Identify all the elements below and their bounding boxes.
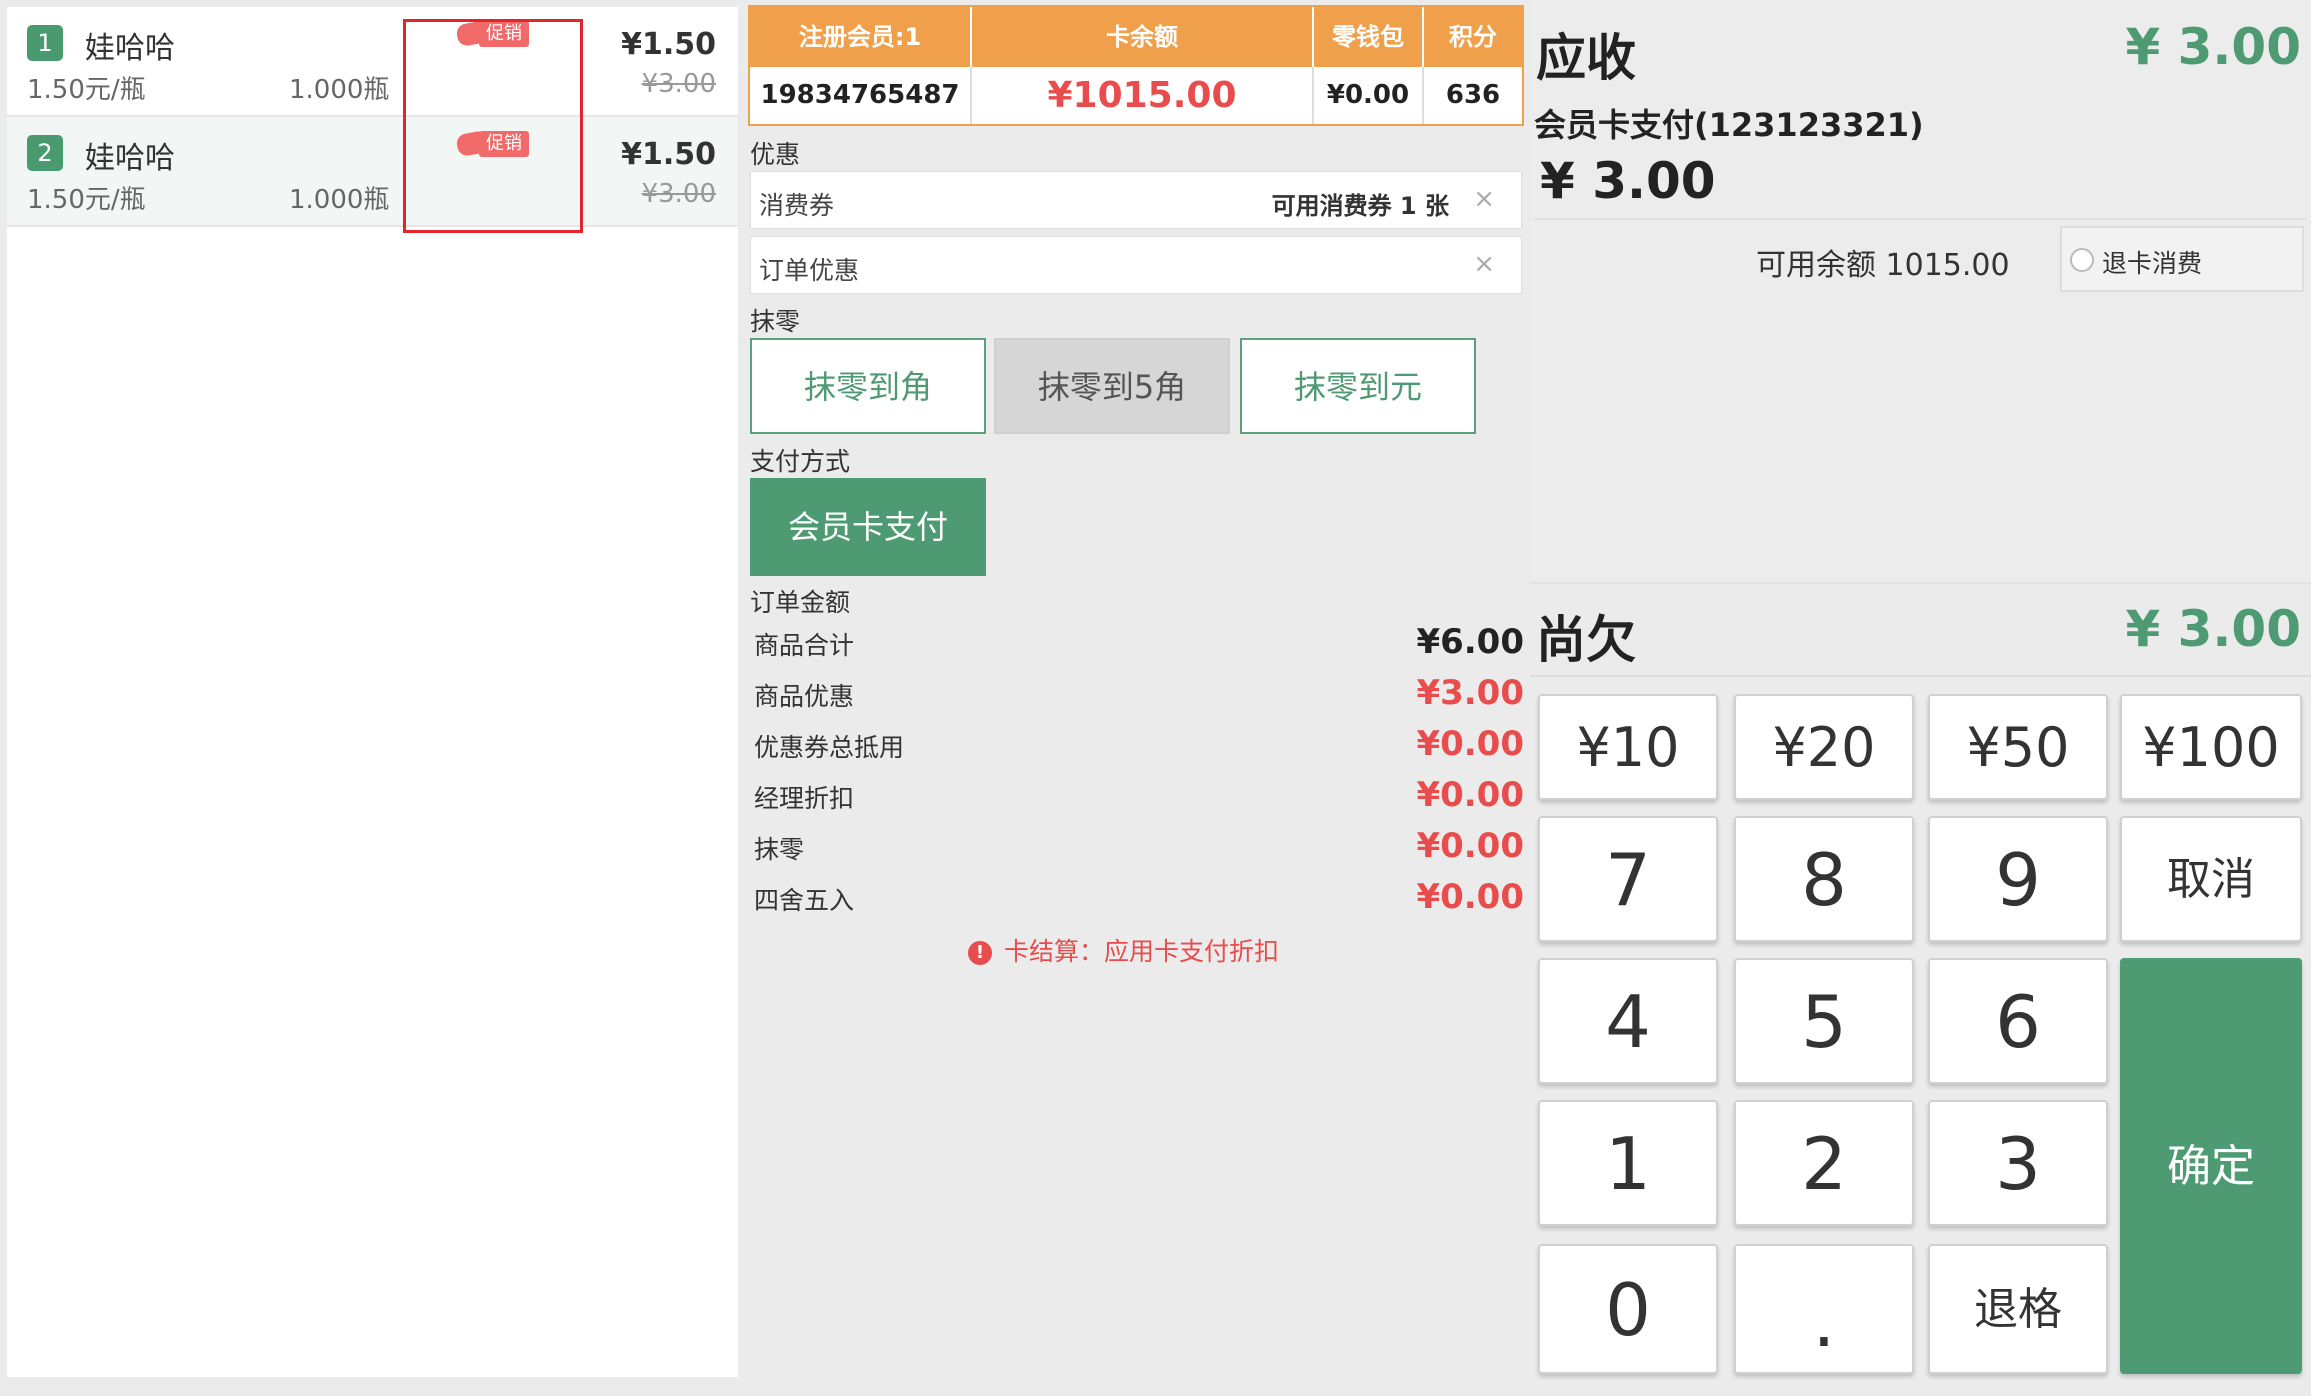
divider <box>1534 218 2306 220</box>
key-8-button[interactable]: 8 <box>1734 816 1914 942</box>
card-pay-label: 会员卡支付(123123321) <box>1534 106 1924 144</box>
coupon-field[interactable]: 消费券 可用消费券 1 张 × <box>750 171 1522 229</box>
note-text: 卡结算：应用卡支付折扣 <box>1004 937 1280 966</box>
summary-row: 抹零 ¥0.00 <box>754 826 1524 866</box>
quick-amount-20-button[interactable]: ¥20 <box>1734 694 1914 800</box>
summary-key: 商品优惠 <box>754 682 855 711</box>
refund-radio[interactable] <box>2070 248 2094 272</box>
member-info-table: 注册会员:1 卡余额 零钱包 积分 19834765487 ¥1015.00 ¥… <box>748 5 1524 126</box>
key-9-button[interactable]: 9 <box>1928 816 2108 942</box>
summary-key: 经理折扣 <box>754 784 855 813</box>
summary-value: ¥0.00 <box>1416 826 1524 866</box>
key-2-button[interactable]: 2 <box>1734 1100 1914 1226</box>
summary-key: 优惠券总抵用 <box>754 733 905 762</box>
round-to-5jiao-button[interactable]: 抹零到5角 <box>994 338 1230 434</box>
key-3-button[interactable]: 3 <box>1928 1100 2108 1226</box>
key-4-button[interactable]: 4 <box>1538 958 1718 1084</box>
payment-section-label: 支付方式 <box>750 447 851 476</box>
points-header: 积分 <box>1424 7 1522 67</box>
card-pay-value: ¥ 3.00 <box>1540 152 1716 210</box>
points-value: 636 <box>1445 80 1501 110</box>
receivable-value: ¥ 3.00 <box>2125 18 2301 76</box>
key-dot-button[interactable]: . <box>1734 1244 1914 1374</box>
item-original-price: ¥3.00 <box>641 179 716 209</box>
summary-value: ¥6.00 <box>1416 622 1524 662</box>
clear-order-discount-icon[interactable]: × <box>1473 249 1495 279</box>
item-unit-price: 1.50元/瓶 <box>27 75 146 105</box>
member-card-pay-button[interactable]: 会员卡支付 <box>750 478 986 576</box>
cart-item[interactable]: 1 娃哈哈 1.50元/瓶 1.000瓶 促销 ¥1.50 ¥3.00 <box>7 7 738 117</box>
summary-row: 经理折扣 ¥0.00 <box>754 775 1524 815</box>
order-amount-label: 订单金额 <box>750 588 851 617</box>
summary-row: 四舍五入 ¥0.00 <box>754 877 1524 917</box>
refund-label: 退卡消费 <box>2102 249 2203 278</box>
key-6-button[interactable]: 6 <box>1928 958 2108 1084</box>
item-name: 娃哈哈 <box>85 31 175 66</box>
wallet-header: 零钱包 <box>1314 7 1422 67</box>
cancel-button[interactable]: 取消 <box>2120 816 2302 942</box>
rounding-section-label: 抹零 <box>750 307 801 336</box>
key-7-button[interactable]: 7 <box>1538 816 1718 942</box>
coupon-label: 消费券 <box>759 191 835 220</box>
item-quantity: 1.000瓶 <box>289 185 390 215</box>
payment-panel: 应收 ¥ 3.00 会员卡支付(123123321) ¥ 3.00 可用余额 1… <box>1530 0 2311 1383</box>
owed-label: 尚欠 <box>1536 611 1636 669</box>
item-index-badge: 2 <box>27 135 63 171</box>
card-settlement-note: ! 卡结算：应用卡支付折扣 <box>968 932 1279 968</box>
round-to-yuan-button[interactable]: 抹零到元 <box>1240 338 1476 434</box>
checkout-panel: 注册会员:1 卡余额 零钱包 积分 19834765487 ¥1015.00 ¥… <box>748 5 1524 1383</box>
summary-value: ¥3.00 <box>1416 673 1524 713</box>
coupon-available: 可用消费券 1 张 <box>1271 192 1449 220</box>
clear-coupon-icon[interactable]: × <box>1473 184 1495 214</box>
item-price: ¥1.50 <box>621 137 716 172</box>
item-price: ¥1.50 <box>621 27 716 62</box>
receivable-area <box>1530 0 2311 584</box>
summary-value: ¥0.00 <box>1416 724 1524 764</box>
key-1-button[interactable]: 1 <box>1538 1100 1718 1226</box>
item-index-badge: 1 <box>27 25 63 61</box>
order-discount-field[interactable]: 订单优惠 × <box>750 236 1522 294</box>
quick-amount-10-button[interactable]: ¥10 <box>1538 694 1718 800</box>
summary-row: 商品合计 ¥6.00 <box>754 622 1524 662</box>
card-balance: ¥1015.00 <box>972 67 1314 124</box>
quick-amount-50-button[interactable]: ¥50 <box>1928 694 2108 800</box>
highlight-box <box>403 19 583 233</box>
discount-section-label: 优惠 <box>750 140 801 169</box>
owed-value: ¥ 3.00 <box>2125 600 2301 658</box>
refund-card-consumption-option[interactable]: 退卡消费 <box>2060 226 2304 292</box>
item-name: 娃哈哈 <box>85 141 175 176</box>
summary-value: ¥0.00 <box>1416 877 1524 917</box>
item-original-price: ¥3.00 <box>641 69 716 99</box>
member-header: 注册会员:1 <box>750 7 970 67</box>
summary-key: 抹零 <box>754 835 805 864</box>
item-unit-price: 1.50元/瓶 <box>27 185 146 215</box>
card-balance-header: 卡余额 <box>972 7 1312 67</box>
summary-row: 优惠券总抵用 ¥0.00 <box>754 724 1524 764</box>
member-phone: 19834765487 <box>750 67 972 124</box>
order-discount-label: 订单优惠 <box>759 256 860 285</box>
available-balance: 可用余额 1015.00 <box>1756 248 2010 283</box>
item-quantity: 1.000瓶 <box>289 75 390 105</box>
quick-amount-100-button[interactable]: ¥100 <box>2120 694 2302 800</box>
divider <box>1530 675 2311 677</box>
alert-icon: ! <box>968 941 992 965</box>
confirm-button[interactable]: 确定 <box>2120 958 2302 1374</box>
cart-panel: 1 娃哈哈 1.50元/瓶 1.000瓶 促销 ¥1.50 ¥3.00 2 娃哈… <box>7 7 738 1377</box>
key-0-button[interactable]: 0 <box>1538 1244 1718 1374</box>
summary-row: 商品优惠 ¥3.00 <box>754 673 1524 713</box>
wallet-value: ¥0.00 <box>1314 67 1424 124</box>
receivable-label: 应收 <box>1536 29 1636 87</box>
key-5-button[interactable]: 5 <box>1734 958 1914 1084</box>
summary-key: 四舍五入 <box>754 886 855 915</box>
summary-key: 商品合计 <box>754 631 855 660</box>
cart-item[interactable]: 2 娃哈哈 1.50元/瓶 1.000瓶 促销 ¥1.50 ¥3.00 <box>7 117 738 227</box>
round-to-jiao-button[interactable]: 抹零到角 <box>750 338 986 434</box>
summary-value: ¥0.00 <box>1416 775 1524 815</box>
backspace-button[interactable]: 退格 <box>1928 1244 2108 1374</box>
